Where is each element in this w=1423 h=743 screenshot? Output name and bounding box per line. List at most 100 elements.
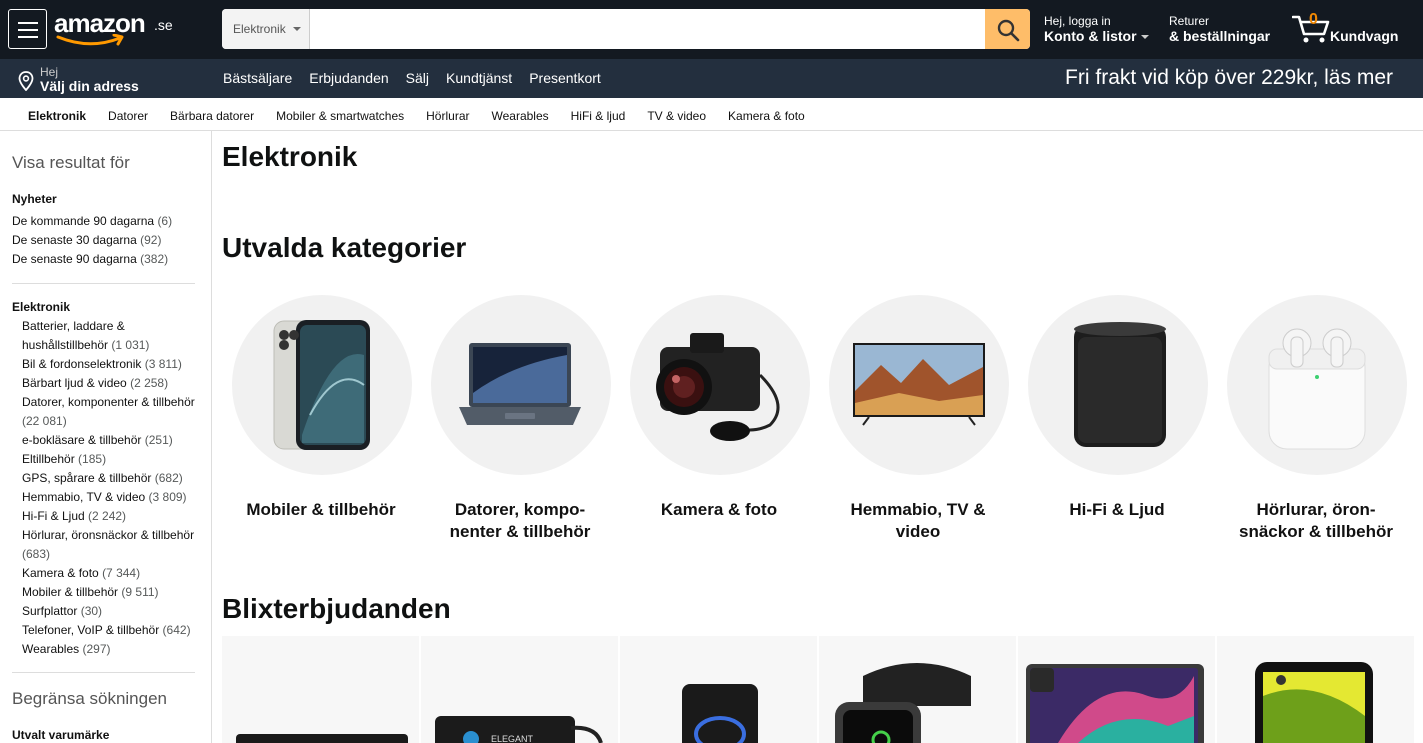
subnav-links: Bästsäljare Erbjudanden Sälj Kundtjänst … [223,70,618,86]
deal-card[interactable] [1217,636,1414,743]
search-button[interactable] [985,9,1030,49]
department-list: Batterier, laddare & hushållstillbehör (… [22,317,207,659]
power-bank-icon [236,734,408,743]
hamburger-line [18,29,38,31]
smartphone-icon [1255,662,1373,743]
category-card-horlurar[interactable]: Hörlurar, öron-snäckor & tillbehör [1217,295,1415,555]
department-item[interactable]: Datorer, komponenter & tillbehör (22 081… [22,393,207,431]
cart-button[interactable]: 0 Kundvagn [1292,10,1402,50]
category-label: Hörlurar, öron- [1256,500,1376,519]
search-category-label: Elektronik [233,22,286,36]
hamburger-line [18,36,38,38]
address-greeting: Hej [40,65,59,79]
account-label: Konto & listor [1044,28,1137,44]
category-tab-horlurar[interactable]: Hörlurar [426,109,469,123]
search-icon [997,19,1020,42]
deal-card[interactable] [1018,636,1215,743]
department-item[interactable]: Bärbart ljud & video (2 258) [22,374,207,393]
department-item[interactable]: Surfplattor (30) [22,602,207,621]
department-item[interactable]: Wearables (297) [22,640,207,659]
category-card-hifi[interactable]: Hi-Fi & Ljud [1018,295,1216,555]
svg-text:ELEGANT: ELEGANT [491,734,534,743]
tv-icon [853,343,985,426]
subnav-link-gift-cards[interactable]: Presentkort [529,70,601,86]
category-label: Hemmabio, TV & [850,500,986,519]
orders-line1: Returer [1169,14,1210,28]
department-item[interactable]: Hemmabio, TV & video (3 809) [22,488,207,507]
sidebar-divider [12,283,195,284]
address-label: Välj din adress [40,78,139,94]
category-tab-barbara-datorer[interactable]: Bärbara datorer [170,109,254,123]
category-image [1028,295,1208,475]
hamburger-line [18,22,38,24]
cart-count: 0 [1309,11,1318,28]
department-item[interactable]: e-bokläsare & tillbehör (251) [22,431,207,450]
department-item[interactable]: Batterier, laddare & hushållstillbehör (… [22,317,207,355]
orders-line2: & beställningar [1169,28,1271,44]
smartwatch-icon [835,663,971,743]
new-releases-list: De kommande 90 dagarna (6) De senaste 30… [12,212,207,269]
category-image [829,295,1009,475]
new-releases-item[interactable]: De senaste 30 dagarna (92) [12,231,207,250]
orders-link[interactable]: Returer & beställningar [1169,14,1270,44]
category-tab-tv-video[interactable]: TV & video [647,109,706,123]
search-category-select[interactable]: Elektronik [222,9,310,49]
department-item[interactable]: Bil & fordonselektronik (3 811) [22,355,207,374]
deal-card[interactable] [222,636,419,743]
page-title: Elektronik [222,141,358,172]
amazon-logo[interactable]: amazon .se [54,8,173,48]
free-shipping-promo[interactable]: Fri frakt vid köp över 229kr, läs mer [1065,66,1393,90]
category-card-kamera[interactable]: Kamera & foto [620,295,818,555]
search-bar: Elektronik [222,9,1030,49]
subnav-link-sell[interactable]: Sälj [406,70,429,86]
department-item[interactable]: Hörlurar, öronsnäckor & tillbehör (683) [22,526,207,564]
department-item[interactable]: GPS, spårare & tillbehör (682) [22,469,207,488]
deals-heading: Blixterbjudanden [222,593,451,624]
search-input[interactable] [310,9,985,49]
category-tab-elektronik[interactable]: Elektronik [28,109,86,123]
secondary-navbar: Hej Välj din adress Bästsäljare Erbjudan… [0,59,1423,98]
location-pin-icon [18,71,34,91]
deal-card[interactable] [620,636,817,743]
deal-card[interactable] [819,636,1016,743]
account-greeting: Hej, logga in [1044,14,1111,28]
new-releases-item[interactable]: De kommande 90 dagarna (6) [12,212,207,231]
category-card-hemmabio[interactable]: Hemmabio, TV & video [819,295,1017,555]
new-releases-item[interactable]: De senaste 90 dagarna (382) [12,250,207,269]
department-heading[interactable]: Elektronik [12,300,70,314]
brand-heading: Utvalt varumärke [12,728,110,742]
category-card-mobiler[interactable]: Mobiler & tillbehör [222,295,420,555]
category-label: Hi-Fi & Ljud [1069,500,1165,519]
category-tab-kamera[interactable]: Kamera & foto [728,109,805,123]
category-tab-datorer[interactable]: Datorer [108,109,148,123]
hdmi-adapter-icon: ELEGANT [435,716,603,743]
category-label: Mobiler & tillbehör [246,500,396,519]
new-releases-heading: Nyheter [12,192,57,206]
department-item[interactable]: Mobiler & tillbehör (9 511) [22,583,207,602]
account-menu[interactable]: Hej, logga in Konto & listor [1044,14,1149,44]
category-label: Kamera & foto [660,500,778,519]
subnav-link-customer-service[interactable]: Kundtjänst [446,70,512,86]
category-label: Datorer, kompo- [454,500,586,519]
category-tab-mobiler[interactable]: Mobiler & smartwatches [276,109,404,123]
subnav-link-deals[interactable]: Erbjudanden [309,70,388,86]
category-card-datorer[interactable]: Datorer, kompo-nenter & tillbehör [421,295,619,555]
department-item[interactable]: Kamera & foto (7 344) [22,564,207,583]
sidebar-divider [12,672,195,673]
featured-categories: Mobiler & tillbehör Datorer, kompo-nente… [222,295,1422,555]
tablet-icon [1026,664,1204,743]
party-speaker-icon [682,684,758,743]
department-item[interactable]: Hi-Fi & Ljud (2 242) [22,507,207,526]
top-navbar: amazon .se Elektronik Hej, logga in Kont… [0,0,1423,59]
deal-card[interactable]: ELEGANT [421,636,618,743]
category-tab-hifi[interactable]: HiFi & ljud [571,109,626,123]
category-tab-wearables[interactable]: Wearables [491,109,548,123]
earbuds-icon [1268,328,1366,450]
smartphone-icon [273,320,370,450]
category-bar: Elektronik Datorer Bärbara datorer Mobil… [0,98,1423,131]
department-item[interactable]: Eltillbehör (185) [22,450,207,469]
menu-button[interactable] [8,9,47,49]
subnav-link-bestsellers[interactable]: Bästsäljare [223,70,292,86]
refine-heading: Begränsa sökningen [12,689,168,708]
department-item[interactable]: Telefoner, VoIP & tillbehör (642) [22,621,207,640]
